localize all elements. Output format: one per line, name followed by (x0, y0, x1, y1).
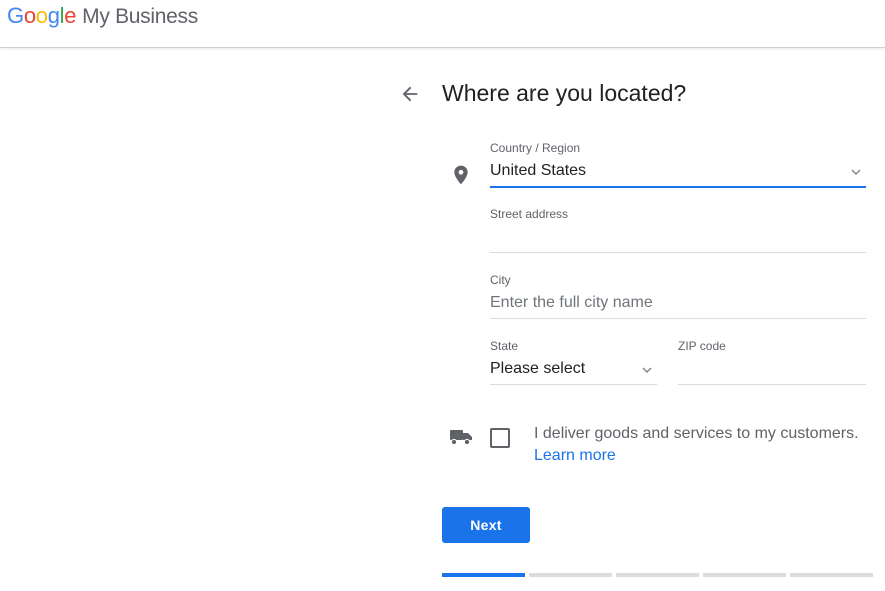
logo-letter: g (47, 3, 60, 28)
step-progress (442, 573, 873, 577)
country-value: United States (490, 162, 587, 179)
country-select[interactable]: United States (490, 160, 866, 188)
arrow-left-icon (402, 86, 418, 102)
logo-letter: o (35, 3, 48, 28)
city-label: City (490, 273, 511, 287)
logo-letter: e (64, 3, 77, 28)
state-select[interactable]: Please select (490, 358, 657, 385)
deliver-label: I deliver goods and services to my custo… (534, 425, 859, 442)
city-input[interactable]: Enter the full city name (490, 292, 866, 319)
chevron-down-icon (851, 169, 861, 176)
state-label: State (490, 339, 519, 353)
next-button[interactable]: Next (442, 507, 530, 543)
deliver-checkbox[interactable] (490, 428, 510, 448)
logo-letter: G (7, 3, 24, 28)
progress-step (703, 573, 786, 577)
product-name: My Business (82, 5, 198, 28)
city-placeholder: Enter the full city name (490, 294, 653, 311)
logo-letter: o (23, 3, 36, 28)
progress-step (442, 573, 525, 577)
country-label: Country / Region (490, 141, 581, 155)
back-button[interactable] (399, 83, 421, 105)
location-pin-icon (454, 165, 468, 185)
street-address-input[interactable] (490, 226, 866, 253)
progress-step (790, 573, 873, 577)
google-my-business-logo[interactable]: Google My Business (7, 3, 198, 29)
progress-step (616, 573, 699, 577)
state-value: Please select (490, 360, 586, 377)
truck-icon (450, 430, 472, 446)
zip-code-input[interactable] (678, 358, 866, 385)
street-label: Street address (490, 207, 569, 221)
progress-step (529, 573, 612, 577)
chevron-down-icon (642, 367, 652, 374)
page-title: Where are you located? (442, 80, 687, 106)
learn-more-link[interactable]: Learn more (534, 447, 616, 465)
app-header: Google My Business (0, 0, 885, 48)
zip-label: ZIP code (678, 339, 726, 353)
